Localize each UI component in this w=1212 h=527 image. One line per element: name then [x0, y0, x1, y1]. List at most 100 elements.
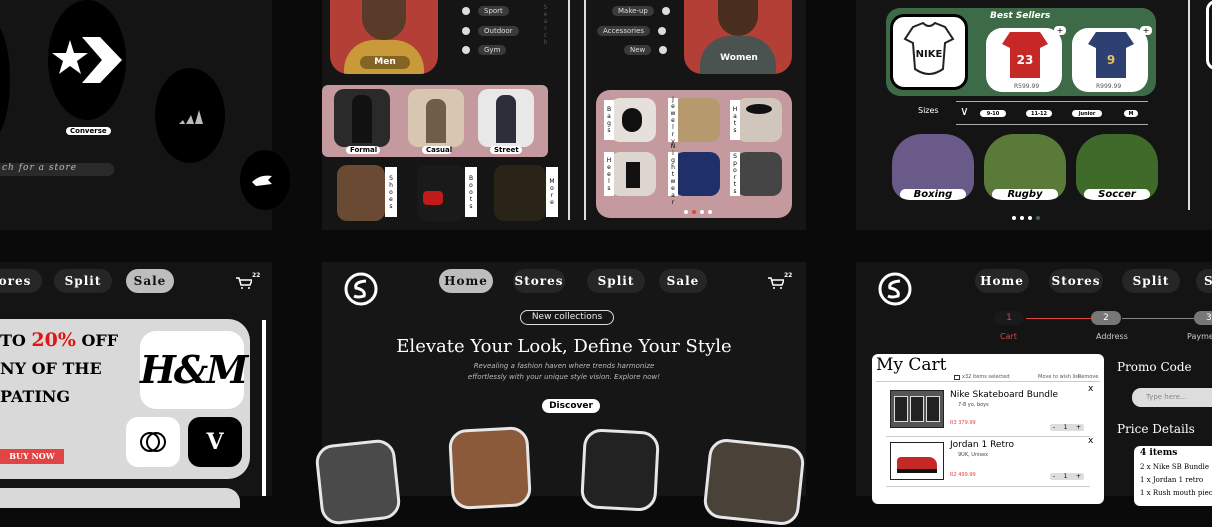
best-sellers-title: Best Sellers — [990, 11, 1051, 21]
bags-thumb[interactable] — [610, 98, 656, 142]
items-count: 4 items — [1140, 448, 1178, 458]
hm-logo[interactable]: H&M — [140, 331, 248, 409]
collection-card[interactable] — [702, 437, 806, 527]
add-to-cart-icon[interactable]: + — [1140, 26, 1152, 35]
size-option[interactable]: M — [1124, 110, 1138, 117]
add-to-cart-icon[interactable]: + — [1054, 26, 1066, 35]
store-search-input[interactable]: ch for a store — [0, 163, 114, 176]
cart-count: 22 — [784, 272, 793, 279]
jersey2-product[interactable]: 9 R999.99 — [1072, 28, 1148, 92]
sizes-line — [956, 101, 1148, 102]
boxing-card[interactable]: Boxing — [892, 134, 974, 200]
step-2-label: Address — [1096, 332, 1128, 341]
promo-code-input[interactable]: Type here... — [1132, 388, 1212, 407]
size-option[interactable]: 11-12 — [1026, 110, 1052, 117]
soccer-card[interactable]: Soccer — [1076, 134, 1158, 200]
cart-icon[interactable] — [236, 277, 252, 289]
brand-logo-circle[interactable] — [126, 417, 180, 467]
promo-banner[interactable]: to 20% off ny of the pating BUY NOW H&M … — [0, 319, 250, 479]
brand-circle-partial[interactable] — [0, 20, 10, 140]
adidas-logo[interactable] — [155, 68, 225, 163]
hats-thumb[interactable] — [736, 98, 782, 142]
size-option[interactable]: 9-10 — [980, 110, 1006, 117]
item-name[interactable]: Jordan 1 Retro — [950, 440, 1014, 450]
nightwear-thumb[interactable] — [674, 152, 720, 196]
radio-dot[interactable] — [462, 27, 470, 35]
step-3[interactable]: 3 — [1194, 311, 1212, 325]
hats-label: Hats — [730, 100, 740, 140]
filter-outdoor[interactable]: Outdoor — [462, 26, 519, 36]
nav-home[interactable]: Home — [975, 269, 1029, 293]
filter-accessories[interactable]: Accessories — [597, 26, 667, 36]
men-label: Men — [360, 56, 410, 69]
remove-link[interactable]: Remove — [1078, 374, 1098, 380]
quantity-stepper[interactable]: -1 + — [1050, 473, 1084, 480]
move-to-wishlist[interactable]: Move to wish list — [1038, 374, 1080, 380]
sizes-line — [956, 124, 1148, 125]
select-all-checkbox[interactable] — [954, 375, 960, 380]
nav-sale[interactable]: Sale — [126, 269, 174, 293]
logo-icon[interactable] — [878, 272, 912, 306]
nav-sale[interactable]: Sale — [659, 269, 707, 293]
collection-card[interactable] — [579, 428, 661, 512]
remove-item-icon[interactable]: x — [1088, 384, 1093, 394]
casual-thumb[interactable] — [408, 89, 464, 147]
converse-logo[interactable] — [48, 0, 126, 120]
nav-split[interactable]: Split — [587, 269, 645, 293]
filter-sport[interactable]: Sport — [462, 6, 509, 16]
radio-dot[interactable] — [661, 7, 670, 15]
formal-thumb[interactable] — [334, 89, 390, 147]
nav-stores[interactable]: Stores — [513, 269, 565, 293]
women-image[interactable]: Women — [684, 0, 792, 74]
collection-card[interactable] — [314, 438, 402, 526]
nav-home[interactable]: Home — [439, 269, 493, 293]
discover-button[interactable]: Discover — [542, 399, 600, 413]
street-label: Street — [490, 146, 522, 154]
item-image[interactable] — [890, 442, 944, 480]
heels-thumb[interactable] — [610, 152, 656, 196]
nav-split[interactable]: Split — [1122, 269, 1180, 293]
brand-circle-right[interactable] — [240, 150, 290, 210]
jersey-product[interactable]: 23 R599.99 — [986, 28, 1062, 92]
item-price: R3 379.99 — [950, 420, 976, 426]
remove-item-icon[interactable]: x — [1088, 436, 1093, 446]
boots-thumb[interactable] — [417, 165, 465, 221]
item-name[interactable]: Nike Skateboard Bundle — [950, 390, 1058, 400]
pagination-dots[interactable] — [1012, 216, 1040, 220]
more-thumb[interactable] — [494, 165, 546, 221]
onesie-product[interactable]: NIKE — [890, 14, 968, 90]
nav-sale[interactable]: Sa — [1196, 269, 1212, 293]
item-image[interactable] — [890, 390, 944, 428]
logo-icon[interactable] — [344, 272, 378, 306]
nav-split[interactable]: Split — [54, 269, 112, 293]
radio-dot[interactable] — [462, 46, 470, 54]
nav-stores[interactable]: Stores — [1049, 269, 1103, 293]
nav-stores[interactable]: ores — [0, 269, 42, 293]
jersey2-icon: 9 — [1088, 32, 1134, 78]
pagination-dots[interactable] — [684, 210, 712, 214]
cart-icon[interactable] — [768, 277, 784, 289]
radio-dot[interactable] — [658, 27, 667, 35]
quantity-stepper[interactable]: -1 + — [1050, 424, 1084, 431]
collection-card[interactable] — [447, 425, 533, 511]
rugby-card[interactable]: Rugby — [984, 134, 1066, 200]
jewelry-thumb[interactable] — [674, 98, 720, 142]
v-logo[interactable]: V — [188, 417, 242, 467]
step-1[interactable]: 1 — [994, 311, 1024, 325]
men-image[interactable]: Men — [330, 0, 438, 74]
filter-new[interactable]: New — [624, 45, 668, 55]
size-option[interactable]: Junior — [1072, 110, 1102, 117]
filter-gym[interactable]: Gym — [462, 45, 507, 55]
sizes-chevron-icon[interactable]: ∨ — [960, 104, 969, 118]
filter-makeup[interactable]: Make-up — [612, 6, 670, 16]
divider — [886, 436, 1090, 437]
street-thumb[interactable] — [478, 89, 534, 147]
new-collections-badge[interactable]: New collections — [520, 310, 614, 325]
buy-now-button[interactable]: BUY NOW — [0, 449, 64, 464]
step-2[interactable]: 2 — [1091, 311, 1121, 325]
radio-dot[interactable] — [659, 46, 668, 54]
scroll-bar[interactable] — [262, 320, 266, 496]
sports-thumb[interactable] — [736, 152, 782, 196]
shoes-thumb[interactable] — [337, 165, 385, 221]
radio-dot[interactable] — [462, 7, 470, 15]
